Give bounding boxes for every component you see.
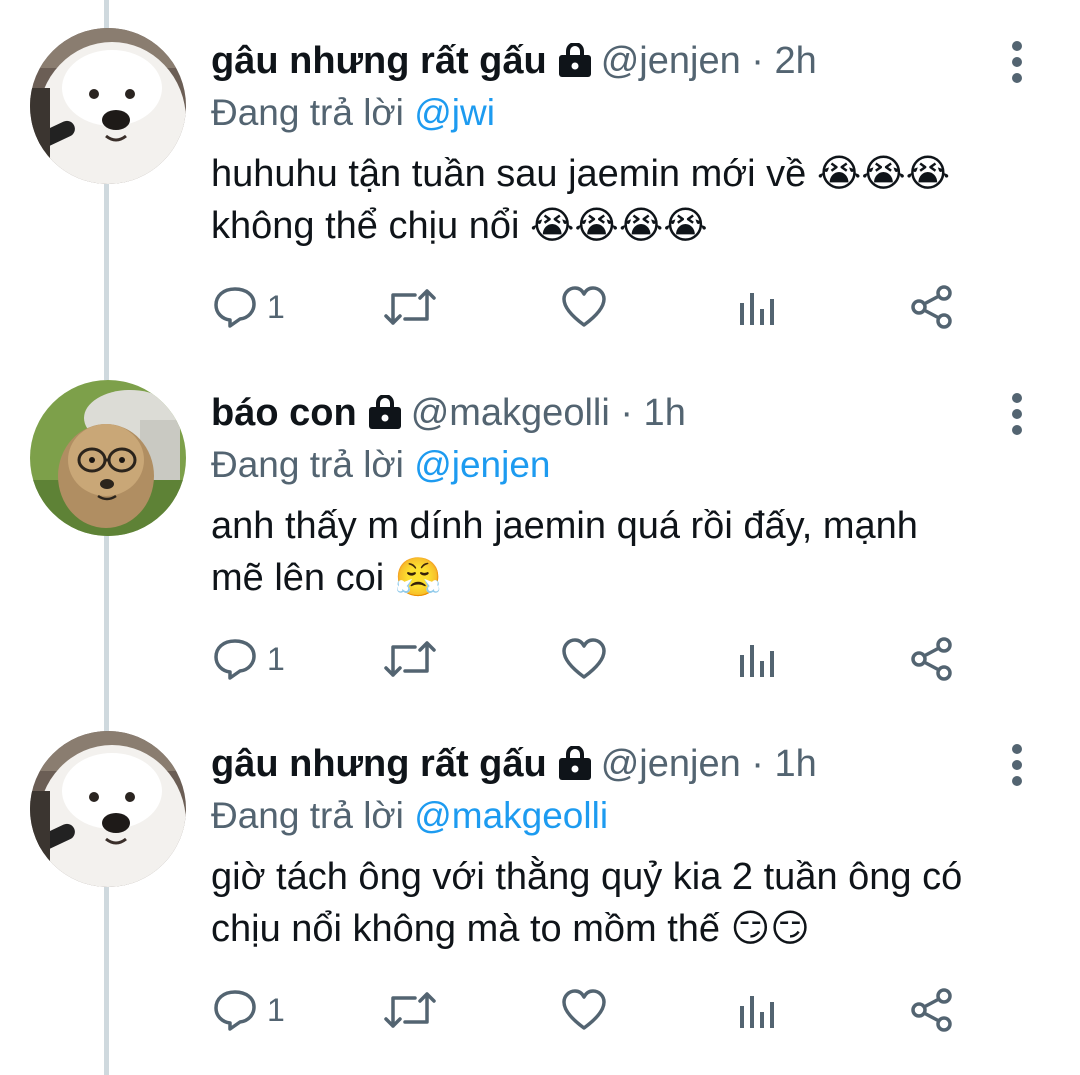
lock-icon xyxy=(557,42,593,88)
reply-count: 1 xyxy=(267,991,285,1028)
display-name[interactable]: gâu nhưng rất gấu xyxy=(211,40,547,82)
handle[interactable]: @makgeolli xyxy=(411,392,610,434)
share-button[interactable] xyxy=(909,634,955,684)
tweet-text-line: huhuhu tận tuần sau jaemin mới về 😭😭😭 xyxy=(211,153,951,195)
share-icon xyxy=(909,987,955,1033)
views-icon xyxy=(737,285,777,329)
tweet-text-line: chịu nổi không mà to mồm thế 😏😏 xyxy=(211,908,810,950)
tweet[interactable]: báo con @makgeolli · 1h Đang trả lời @jen… xyxy=(0,352,1080,702)
replying-to-label: Đang trả lời xyxy=(211,92,404,133)
avatar[interactable] xyxy=(30,731,186,887)
share-button[interactable] xyxy=(909,985,955,1035)
like-button[interactable] xyxy=(561,985,607,1035)
share-icon xyxy=(909,636,955,682)
retweet-icon xyxy=(383,988,437,1032)
handle[interactable]: @jenjen xyxy=(601,743,741,785)
views-button[interactable] xyxy=(737,634,777,684)
lock-icon xyxy=(557,745,593,791)
reply-mention-link[interactable]: @makgeolli xyxy=(414,795,608,836)
reply-count: 1 xyxy=(267,640,285,677)
tweet-text: anh thấy m dính jaemin quá rồi đấy, mạnh… xyxy=(211,500,1011,604)
tweet-text: giờ tách ông với thằng quỷ kia 2 tuần ôn… xyxy=(211,851,1011,955)
like-button[interactable] xyxy=(561,282,607,332)
display-name[interactable]: gâu nhưng rất gấu xyxy=(211,743,547,785)
tweet-text-line: mẽ lên coi 😤 xyxy=(211,557,443,599)
display-name[interactable]: báo con xyxy=(211,392,357,434)
tweet-header: báo con @makgeolli · 1h xyxy=(211,390,1011,440)
reply-count: 1 xyxy=(267,288,285,325)
views-icon xyxy=(737,637,777,681)
tweet[interactable]: gâu nhưng rất gấu @jenjen · 2h Đang trả l… xyxy=(0,0,1080,350)
tweet-header: gâu nhưng rất gấu @jenjen · 1h xyxy=(211,741,1011,791)
retweet-icon xyxy=(383,637,437,681)
replying-to: Đang trả lời @jwi xyxy=(211,90,1011,136)
reply-mention-link[interactable]: @jenjen xyxy=(414,444,550,485)
tweet-actions: 1 xyxy=(211,282,971,332)
views-icon xyxy=(737,988,777,1032)
reply-icon xyxy=(213,988,257,1032)
timestamp[interactable]: · 1h xyxy=(620,392,685,434)
like-icon xyxy=(561,637,607,681)
reply-button[interactable]: 1 xyxy=(213,282,285,332)
timestamp[interactable]: · 1h xyxy=(751,743,816,785)
retweet-button[interactable] xyxy=(383,634,437,684)
share-icon xyxy=(909,284,955,330)
tweet-text-line: anh thấy m dính jaemin quá rồi đấy, mạnh xyxy=(211,505,918,547)
reply-icon xyxy=(213,285,257,329)
timestamp[interactable]: · 2h xyxy=(751,40,816,82)
more-icon[interactable] xyxy=(1002,392,1032,436)
tweet-header: gâu nhưng rất gấu @jenjen · 2h xyxy=(211,38,1011,88)
more-icon[interactable] xyxy=(1002,40,1032,84)
tweet-text: huhuhu tận tuần sau jaemin mới về 😭😭😭 kh… xyxy=(211,148,1011,252)
like-icon xyxy=(561,285,607,329)
tweet[interactable]: gâu nhưng rất gấu @jenjen · 1h Đang trả l… xyxy=(0,703,1080,1053)
cheetah-cub-avatar-image xyxy=(30,380,186,536)
tweet-actions: 1 xyxy=(211,634,971,684)
like-button[interactable] xyxy=(561,634,607,684)
share-button[interactable] xyxy=(909,282,955,332)
replying-to-label: Đang trả lời xyxy=(211,444,404,485)
reply-button[interactable]: 1 xyxy=(213,634,285,684)
retweet-button[interactable] xyxy=(383,282,437,332)
reply-button[interactable]: 1 xyxy=(213,985,285,1035)
dog-avatar-image xyxy=(30,28,186,184)
more-icon[interactable] xyxy=(1002,743,1032,787)
tweet-text-line: không thể chịu nổi 😭😭😭😭 xyxy=(211,205,708,247)
replying-to: Đang trả lời @makgeolli xyxy=(211,793,1011,839)
avatar[interactable] xyxy=(30,28,186,184)
tweet-text-line: giờ tách ông với thằng quỷ kia 2 tuần ôn… xyxy=(211,856,963,898)
retweet-icon xyxy=(383,285,437,329)
avatar[interactable] xyxy=(30,380,186,536)
replying-to-label: Đang trả lời xyxy=(211,795,404,836)
reply-icon xyxy=(213,637,257,681)
handle[interactable]: @jenjen xyxy=(601,40,741,82)
views-button[interactable] xyxy=(737,282,777,332)
views-button[interactable] xyxy=(737,985,777,1035)
dog-avatar-image xyxy=(30,731,186,887)
retweet-button[interactable] xyxy=(383,985,437,1035)
like-icon xyxy=(561,988,607,1032)
tweet-actions: 1 xyxy=(211,985,971,1035)
lock-icon xyxy=(367,394,403,440)
reply-mention-link[interactable]: @jwi xyxy=(414,92,495,133)
replying-to: Đang trả lời @jenjen xyxy=(211,442,1011,488)
